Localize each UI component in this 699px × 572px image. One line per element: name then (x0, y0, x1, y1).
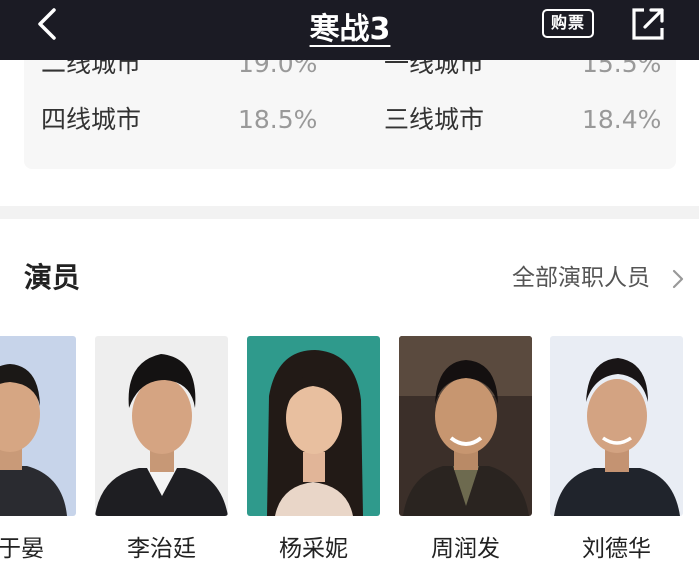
city-tier-label: 三线城市 (384, 105, 485, 134)
all-cast-crew-label: 全部演职人员 (512, 265, 650, 291)
actor-name: 刘德华 (582, 536, 651, 562)
movie-detail-page: 二线城市 19.0% 一线城市 15.5% 四线城市 18.5% 三线城市 18… (0, 0, 699, 572)
cast-member-card[interactable]: 周润发 (399, 336, 532, 572)
actor-photo (399, 336, 532, 516)
top-nav-bar: 寒战3 购票 (0, 0, 699, 60)
actor-photo (247, 336, 380, 516)
back-button[interactable] (30, 6, 66, 46)
city-tier-label: 四线城市 (41, 105, 142, 134)
all-cast-crew-link[interactable]: 全部演职人员 (512, 258, 692, 298)
cast-member-card[interactable]: 杨采妮 (247, 336, 380, 572)
actor-photo (95, 336, 228, 516)
actor-name: 杨采妮 (279, 536, 348, 562)
buy-ticket-button[interactable]: 购票 (542, 9, 594, 38)
cast-member-card[interactable]: 彭于晏 (0, 336, 76, 572)
cast-member-card[interactable]: 李治廷 (95, 336, 228, 572)
actor-photo (0, 336, 76, 516)
actor-name: 周润发 (431, 536, 500, 562)
city-tier-percent: 18.5% (238, 105, 318, 134)
section-divider (0, 206, 699, 219)
chevron-right-icon (672, 269, 684, 289)
share-button[interactable] (630, 6, 666, 42)
cast-member-card[interactable]: 刘德华 (550, 336, 683, 572)
share-icon (632, 8, 664, 40)
actor-name: 彭于晏 (0, 536, 44, 562)
cast-section-title: 演员 (24, 261, 81, 294)
city-tier-percent: 18.4% (582, 105, 662, 134)
distribution-row: 四线城市 18.5% 三线城市 18.4% (24, 100, 676, 140)
actor-photo (550, 336, 683, 516)
actor-name: 李治廷 (127, 536, 196, 562)
page-title: 寒战3 (309, 12, 391, 47)
chevron-left-icon (38, 8, 56, 40)
